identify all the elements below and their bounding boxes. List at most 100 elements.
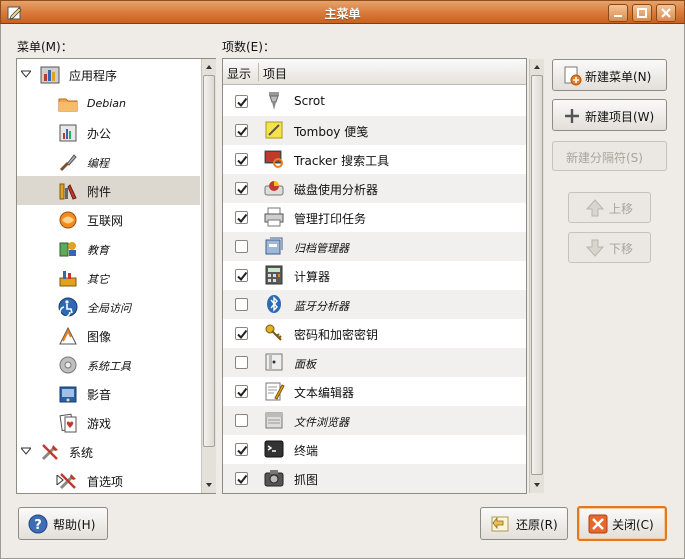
folder-icon (58, 98, 78, 112)
items-scrollbar[interactable] (529, 59, 544, 493)
item-label: 磁盘使用分析器 (294, 183, 379, 197)
tree-item[interactable]: 互联网 (17, 205, 200, 234)
tree-item[interactable]: 编程 (17, 147, 200, 176)
tomboy-icon (265, 121, 283, 139)
list-item[interactable]: 磁盘使用分析器 (223, 174, 526, 203)
close-window-button[interactable] (656, 4, 676, 22)
system-tools-icon (59, 356, 77, 374)
list-item[interactable]: 蓝牙分析器 (223, 290, 526, 319)
tree-item-label: 全局访问 (87, 302, 131, 315)
list-item[interactable]: 文本编辑器 (223, 377, 526, 406)
new-item-button[interactable]: 新建项目(W) (552, 99, 667, 131)
list-item[interactable]: Scrot (223, 87, 526, 116)
move-down-button[interactable]: 下移 (568, 232, 651, 263)
show-checkbox[interactable] (235, 443, 248, 456)
scroll-down-arrow-icon[interactable] (531, 479, 543, 491)
programming-icon (59, 154, 77, 172)
checkmark-icon (237, 474, 248, 485)
new-menu-button[interactable]: 新建菜单(N) (552, 59, 667, 91)
scroll-up-arrow-icon[interactable] (203, 61, 215, 73)
scroll-down-arrow-icon[interactable] (203, 479, 215, 491)
list-item[interactable]: 终端 (223, 435, 526, 464)
column-item[interactable]: 项目 (263, 65, 287, 82)
svg-text:♥: ♥ (66, 421, 74, 431)
screenshot-icon (264, 470, 284, 487)
tree-item-label: 互联网 (87, 214, 124, 228)
close-button[interactable]: 关闭(C) (577, 506, 667, 541)
checkmark-icon (237, 271, 248, 282)
items-header: 显示 项目 (223, 59, 526, 85)
expander-expanded-icon[interactable] (21, 69, 31, 79)
show-checkbox[interactable] (235, 240, 248, 253)
show-checkbox[interactable] (235, 182, 248, 195)
internet-icon (59, 211, 77, 229)
item-label: Tomboy 便笺 (294, 125, 369, 139)
item-label: 密码和加密密钥 (294, 328, 379, 342)
list-item[interactable]: 计算器 (223, 261, 526, 290)
tree-item-label: 系统工具 (87, 360, 131, 373)
show-checkbox[interactable] (235, 153, 248, 166)
items-list[interactable]: 显示 项目 Scrot Tomboy 便笺 Tracker 搜索工具磁盘使用分析器管… (222, 58, 527, 494)
list-item[interactable]: 文件浏览器 (223, 406, 526, 435)
item-label: 归档管理器 (294, 242, 349, 255)
tree-item[interactable]: 其它 (17, 263, 200, 292)
maximize-button[interactable] (632, 4, 652, 22)
show-checkbox[interactable] (235, 298, 248, 311)
tree-item[interactable]: 应用程序 (17, 60, 200, 89)
scroll-up-arrow-icon[interactable] (531, 61, 543, 73)
revert-button[interactable]: 还原(R) (480, 507, 568, 540)
tree-item[interactable]: 办公 (17, 118, 200, 147)
calculator-icon (265, 265, 283, 285)
list-item[interactable]: Tomboy 便笺 (223, 116, 526, 145)
list-item[interactable]: 密码和加密密钥 (223, 319, 526, 348)
tree-item-label: 教育 (87, 244, 109, 257)
tree-item-label: 办公 (87, 127, 112, 141)
show-checkbox[interactable] (235, 472, 248, 485)
show-checkbox[interactable] (235, 269, 248, 282)
tree-item[interactable]: 全局访问 (17, 292, 200, 321)
item-label: 面板 (294, 358, 316, 371)
file-browser-icon (265, 412, 283, 429)
show-checkbox[interactable] (235, 414, 248, 427)
minimize-button[interactable] (608, 4, 628, 22)
move-up-button[interactable]: 上移 (568, 192, 651, 223)
tree-item[interactable]: 系统 (17, 437, 200, 466)
scroll-thumb[interactable] (203, 75, 215, 447)
show-checkbox[interactable] (235, 356, 248, 369)
show-checkbox[interactable] (235, 124, 248, 137)
tree-item[interactable]: 系统工具 (17, 350, 200, 379)
scroll-thumb[interactable] (531, 75, 543, 475)
archive-manager-icon (265, 237, 283, 255)
show-checkbox[interactable] (235, 327, 248, 340)
show-checkbox[interactable] (235, 385, 248, 398)
menu-tree-scrollbar[interactable] (201, 59, 216, 493)
tree-item[interactable]: Debian (17, 89, 200, 118)
tree-item[interactable]: 首选项 (17, 466, 200, 493)
menu-tree[interactable]: 应用程序 Debian 办公编程 附件互联网教育其它全局访问图像系统工具影音 ♥ 游戏 系统… (16, 58, 216, 494)
office-icon (59, 124, 77, 142)
list-item[interactable]: 面板 (223, 348, 526, 377)
expander-expanded-icon[interactable] (21, 446, 31, 456)
new-separator-button[interactable]: 新建分隔符(S) (552, 141, 667, 171)
show-checkbox[interactable] (235, 95, 248, 108)
title-bar: 主菜单 (0, 0, 685, 24)
accessories-icon (59, 183, 77, 200)
checkmark-icon (237, 97, 248, 108)
list-item[interactable]: 归档管理器 (223, 232, 526, 261)
tree-item[interactable]: 教育 (17, 234, 200, 263)
list-item[interactable]: Tracker 搜索工具 (223, 145, 526, 174)
show-checkbox[interactable] (235, 211, 248, 224)
system-icon (41, 444, 58, 461)
tree-item[interactable]: 图像 (17, 321, 200, 350)
arrow-down-icon (585, 239, 605, 257)
column-show[interactable]: 显示 (227, 65, 251, 82)
list-item[interactable]: 抓图 (223, 464, 526, 493)
checkmark-icon (237, 387, 248, 398)
help-button[interactable]: ? 帮助(H) (18, 507, 108, 540)
close-icon (588, 514, 608, 534)
item-label: 蓝牙分析器 (294, 300, 349, 313)
tree-item[interactable]: 影音 (17, 379, 200, 408)
tree-item[interactable]: ♥ 游戏 (17, 408, 200, 437)
list-item[interactable]: 管理打印任务 (223, 203, 526, 232)
tree-item[interactable]: 附件 (17, 176, 200, 205)
